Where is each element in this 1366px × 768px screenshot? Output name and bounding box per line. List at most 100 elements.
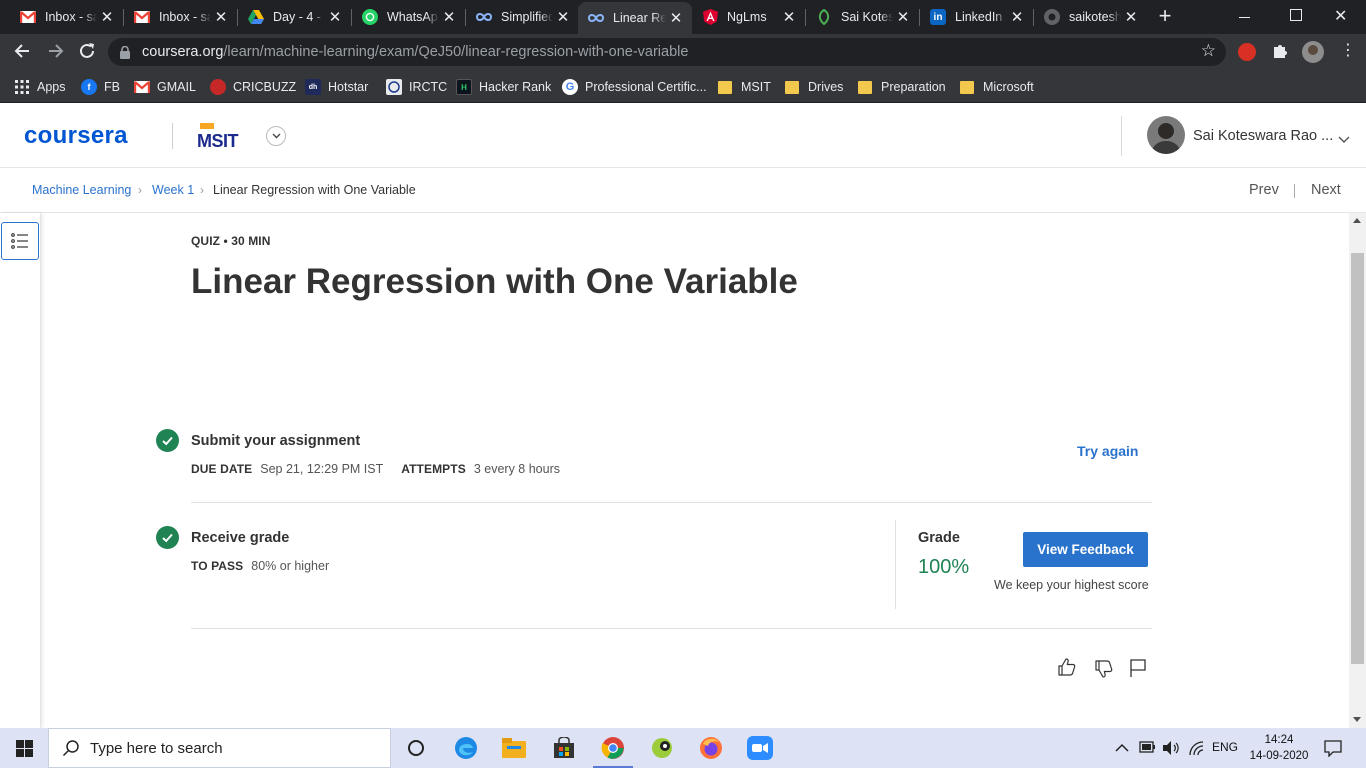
- thumbs-down-icon[interactable]: [1094, 659, 1114, 679]
- browser-tab[interactable]: Sai Kotes ✕: [806, 0, 919, 34]
- extension-icon[interactable]: [1238, 43, 1256, 61]
- clock[interactable]: 14:24 14-09-2020: [1247, 732, 1311, 764]
- bookmark-folder-preparation[interactable]: Preparation: [858, 77, 946, 97]
- browser-tab[interactable]: Day - 4 - ✕: [238, 0, 351, 34]
- browser-tab[interactable]: saikotesh ✕: [1034, 0, 1147, 34]
- close-icon[interactable]: ✕: [893, 8, 913, 26]
- leaf-icon: [816, 9, 832, 25]
- address-bar[interactable]: coursera.org/learn/machine-learning/exam…: [108, 38, 1226, 66]
- menu-dots-icon[interactable]: ⋮: [1340, 40, 1356, 62]
- tab-title: Sai Kotes: [841, 10, 893, 24]
- google-drive-icon: [248, 9, 264, 25]
- chevron-up-icon[interactable]: [1115, 740, 1129, 758]
- browser-tab[interactable]: in LinkedIn ✕: [920, 0, 1033, 34]
- browser-tab[interactable]: NgLms ✕: [692, 0, 805, 34]
- avatar[interactable]: [1147, 116, 1185, 154]
- browser-tab[interactable]: Inbox - sa ✕: [124, 0, 237, 34]
- flag-icon[interactable]: [1129, 658, 1147, 678]
- bookmark-folder-drives[interactable]: Drives: [785, 77, 843, 97]
- bookmark-apps[interactable]: Apps: [14, 77, 66, 97]
- close-icon[interactable]: ✕: [779, 8, 799, 26]
- check-circle-icon: [156, 429, 179, 452]
- chevron-down-icon[interactable]: [266, 126, 286, 146]
- user-name[interactable]: Sai Koteswara Rao ...: [1193, 128, 1333, 144]
- bookmark-professional-certificate[interactable]: G Professional Certific...: [562, 77, 707, 97]
- close-icon[interactable]: ✕: [553, 8, 573, 26]
- firefox-icon[interactable]: [687, 728, 735, 768]
- minimize-icon[interactable]: [1236, 8, 1254, 26]
- bookmark-irctc[interactable]: IRCTC: [386, 77, 447, 97]
- tab-title: Linear Re: [613, 11, 666, 25]
- file-explorer-icon[interactable]: [490, 728, 538, 768]
- app-icon[interactable]: [638, 728, 686, 768]
- to-pass-value: 80% or higher: [251, 559, 330, 573]
- scroll-up-arrow-icon[interactable]: [1353, 218, 1361, 223]
- bookmark-cricbuzz[interactable]: CRICBUZZ: [210, 77, 296, 97]
- course-outline-toggle[interactable]: [1, 222, 39, 260]
- close-icon[interactable]: ✕: [439, 8, 459, 26]
- view-feedback-button[interactable]: View Feedback: [1023, 532, 1148, 567]
- extensions-puzzle-icon[interactable]: [1271, 42, 1289, 60]
- scrollbar-thumb[interactable]: [1351, 253, 1364, 664]
- tab-title: LinkedIn: [955, 10, 1003, 24]
- page-title: Linear Regression with One Variable: [191, 262, 798, 301]
- prev-button[interactable]: Prev: [1249, 182, 1279, 198]
- browser-tab-active[interactable]: Linear Re ✕: [578, 2, 692, 34]
- browser-tab[interactable]: Simplified ✕: [466, 0, 579, 34]
- restore-icon[interactable]: [1290, 9, 1302, 21]
- bookmark-folder-microsoft[interactable]: Microsoft: [960, 77, 1034, 97]
- task-view-icon[interactable]: [392, 728, 440, 768]
- tab-title: saikotesh: [1069, 10, 1121, 24]
- back-icon[interactable]: [12, 40, 34, 62]
- close-icon[interactable]: ✕: [97, 8, 117, 26]
- page-scrollbar[interactable]: [1349, 213, 1366, 728]
- forward-icon[interactable]: [44, 40, 66, 62]
- bookmark-folder-msit[interactable]: MSIT: [718, 77, 771, 97]
- volume-icon[interactable]: [1162, 740, 1180, 761]
- pass-details: TO PASS 80% or higher: [191, 559, 329, 573]
- edge-browser-icon[interactable]: [442, 728, 490, 768]
- bookmark-label: MSIT: [741, 80, 771, 94]
- wifi-icon[interactable]: [1188, 740, 1206, 761]
- msit-logo[interactable]: MSIT: [196, 121, 252, 151]
- profile-avatar[interactable]: [1302, 41, 1324, 63]
- scroll-down-arrow-icon[interactable]: [1353, 717, 1361, 722]
- close-icon[interactable]: ✕: [1121, 8, 1141, 26]
- left-rail: [0, 213, 41, 728]
- breadcrumb-link-week[interactable]: Week 1: [152, 183, 194, 197]
- bookmark-fb[interactable]: f FB: [81, 77, 120, 97]
- thumbs-up-icon[interactable]: [1057, 657, 1077, 677]
- store-icon[interactable]: [540, 728, 588, 768]
- coursera-logo[interactable]: coursera: [24, 122, 152, 150]
- bookmark-star-icon[interactable]: ☆: [1201, 41, 1216, 61]
- close-icon[interactable]: ✕: [325, 8, 345, 26]
- close-icon[interactable]: ✕: [666, 9, 686, 27]
- taskbar-search-input[interactable]: Type here to search: [48, 728, 391, 768]
- lock-icon[interactable]: [120, 45, 130, 59]
- zoom-icon[interactable]: [736, 728, 784, 768]
- windows-start-icon[interactable]: [0, 728, 48, 768]
- browser-tab[interactable]: Inbox - sa ✕: [10, 0, 123, 34]
- reload-icon[interactable]: [76, 40, 98, 62]
- facebook-icon: f: [81, 79, 97, 95]
- chrome-icon[interactable]: [589, 728, 637, 768]
- bookmark-hackerrank[interactable]: H Hacker Rank: [456, 77, 551, 97]
- clock-date: 14-09-2020: [1249, 750, 1309, 762]
- battery-icon[interactable]: [1139, 740, 1157, 759]
- try-again-button[interactable]: Try again: [1077, 443, 1138, 459]
- chevron-down-icon[interactable]: [1338, 131, 1350, 149]
- linkedin-icon: in: [930, 9, 946, 25]
- grade-value: 100%: [918, 556, 970, 578]
- language-indicator[interactable]: ENG: [1212, 740, 1238, 754]
- breadcrumb-link-course[interactable]: Machine Learning: [32, 183, 131, 197]
- bookmark-hotstar[interactable]: dh Hotstar: [305, 77, 368, 97]
- folder-icon: [718, 80, 732, 94]
- next-button[interactable]: Next: [1311, 182, 1341, 198]
- new-tab-button[interactable]: +: [1152, 3, 1178, 29]
- window-close-icon[interactable]: ✕: [1334, 6, 1347, 26]
- close-icon[interactable]: ✕: [211, 8, 231, 26]
- notifications-icon[interactable]: [1324, 739, 1342, 762]
- close-icon[interactable]: ✕: [1007, 8, 1027, 26]
- bookmark-gmail[interactable]: GMAIL: [134, 77, 196, 97]
- browser-tab[interactable]: WhatsApp ✕: [352, 0, 465, 34]
